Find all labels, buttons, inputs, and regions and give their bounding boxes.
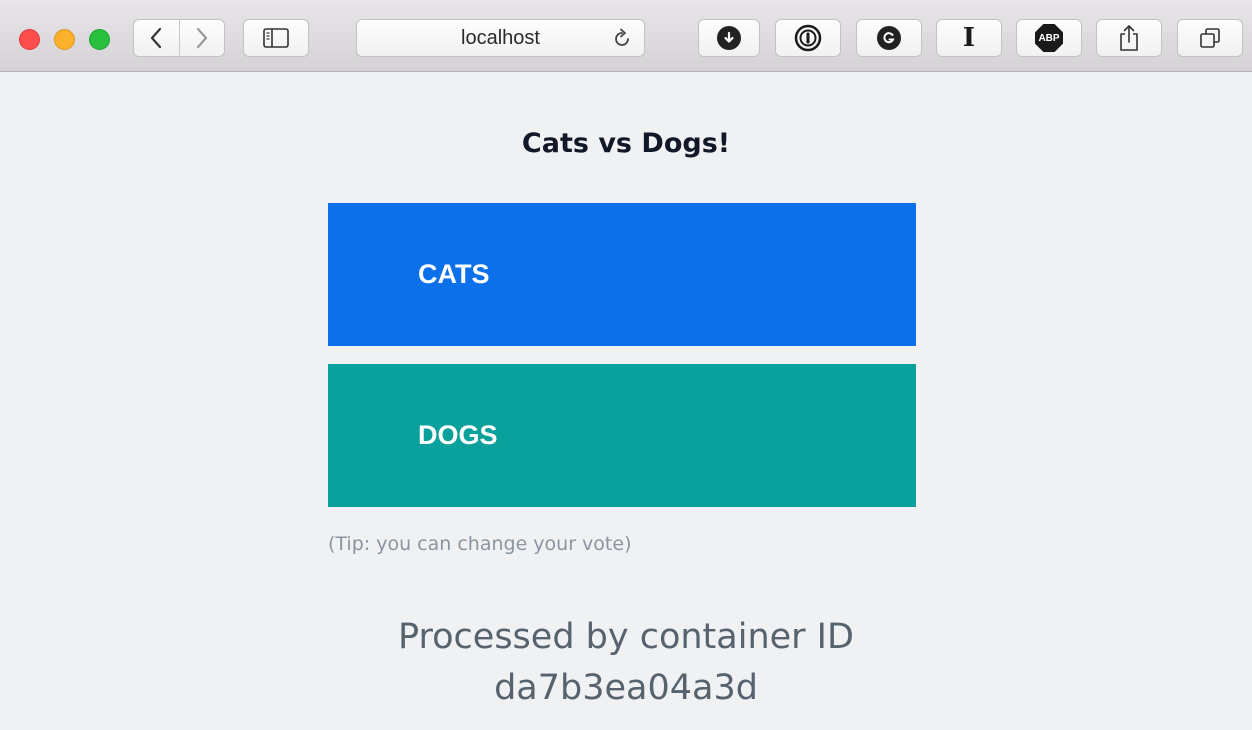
back-forward-group xyxy=(133,19,225,57)
download-icon xyxy=(717,26,741,50)
back-button[interactable] xyxy=(134,20,179,56)
instapaper-icon: I xyxy=(962,23,976,53)
container-info: Processed by container ID da7b3ea04a3d xyxy=(0,612,1252,714)
container-id: da7b3ea04a3d xyxy=(494,668,758,708)
vote-cats-label: CATS xyxy=(418,259,490,289)
download-button[interactable] xyxy=(698,19,760,57)
fullscreen-window-button[interactable] xyxy=(89,29,110,50)
share-button[interactable] xyxy=(1096,19,1162,57)
vote-cats-button[interactable]: CATS xyxy=(328,203,916,346)
processed-by-label: Processed by container ID xyxy=(398,617,854,657)
page-title: Cats vs Dogs! xyxy=(521,128,731,159)
reload-icon[interactable] xyxy=(610,27,634,51)
close-window-button[interactable] xyxy=(19,29,40,50)
grammarly-icon xyxy=(877,26,901,50)
forward-button[interactable] xyxy=(178,20,225,56)
adblock-plus-icon: ABP xyxy=(1035,24,1063,52)
grammarly-button[interactable] xyxy=(856,19,922,57)
instapaper-button[interactable]: I xyxy=(936,19,1002,57)
browser-toolbar: localhost I ABP xyxy=(0,0,1252,72)
tip-text: (Tip: you can change your vote) xyxy=(328,533,632,555)
adblock-button[interactable]: ABP xyxy=(1016,19,1082,57)
onepassword-icon xyxy=(794,24,822,52)
tabs-overview-icon xyxy=(1200,28,1220,48)
vote-dogs-button[interactable]: DOGS xyxy=(328,364,916,507)
sidebar-icon xyxy=(263,28,289,48)
share-icon xyxy=(1120,25,1138,51)
chevron-right-icon xyxy=(196,27,207,49)
address-bar[interactable]: localhost xyxy=(356,19,645,57)
sidebar-button[interactable] xyxy=(243,19,309,57)
tabs-overview-button[interactable] xyxy=(1177,19,1243,57)
address-text: localhost xyxy=(461,26,540,49)
onepassword-button[interactable] xyxy=(775,19,841,57)
vote-dogs-label: DOGS xyxy=(418,420,498,450)
minimize-window-button[interactable] xyxy=(54,29,75,50)
chevron-left-icon xyxy=(151,27,162,49)
